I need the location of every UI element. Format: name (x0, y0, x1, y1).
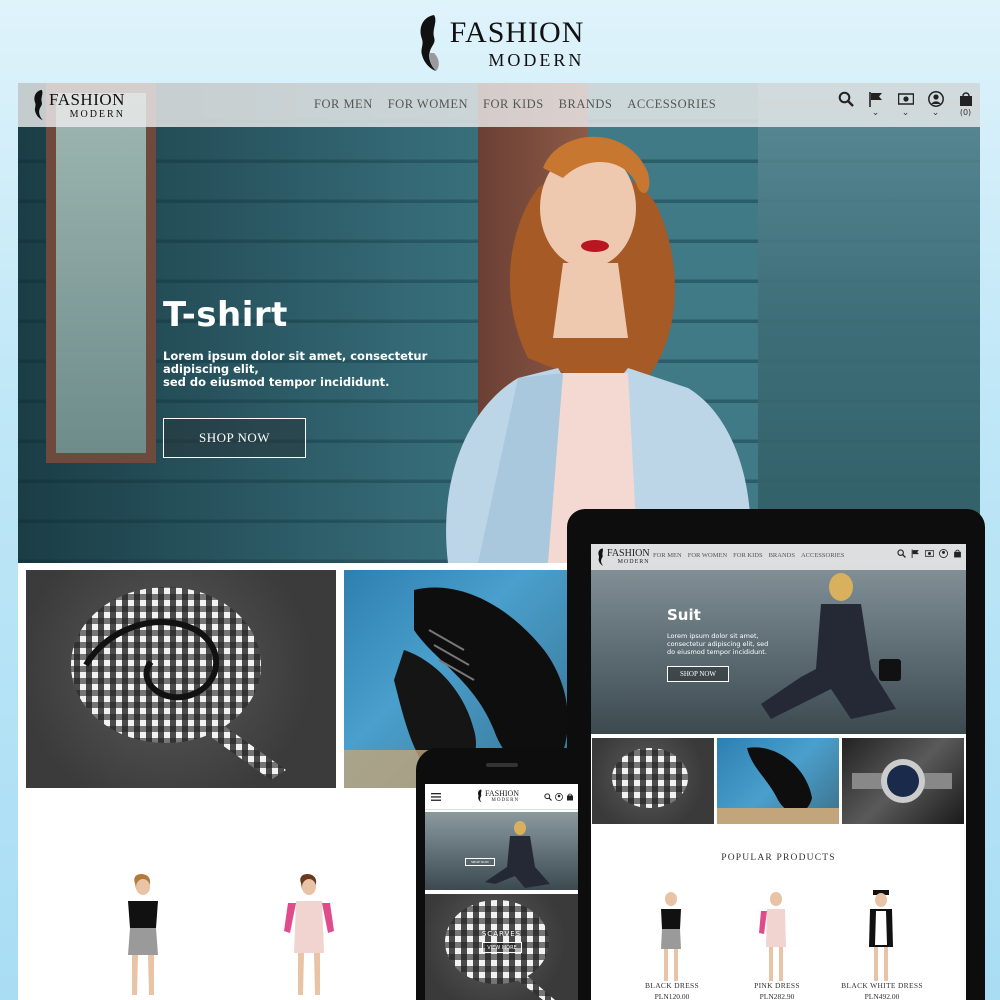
product-price: PLN120.00 (654, 992, 690, 1000)
product-name[interactable]: BLACK WHITE DRESS (827, 981, 937, 990)
account-selector[interactable]: ⌄ (927, 91, 944, 121)
menu-item-for-men[interactable]: FOR MEN (314, 97, 373, 112)
cart-button[interactable]: (0) (957, 91, 974, 121)
hero-window-decor (46, 83, 156, 463)
tablet-product-image-black-white-dress[interactable] (851, 889, 911, 984)
tablet-product-image-black-dress[interactable] (641, 889, 701, 984)
woman-silhouette-logo-icon (34, 89, 43, 121)
cart-count: (0) (959, 108, 972, 117)
phone-brand-line-2: MODERN (491, 797, 520, 803)
tablet-hero-description: Lorem ipsum dolor sit amet, consectetur … (667, 632, 769, 656)
tablet-shoes-tile[interactable] (717, 738, 839, 824)
search-icon[interactable] (544, 793, 552, 801)
tablet-menu-item-for-men[interactable]: FOR MEN (653, 552, 682, 559)
product-image-black-dress[interactable] (110, 873, 180, 1000)
tablet-menu-item-for-women[interactable]: FOR WOMEN (688, 552, 727, 559)
phone-hero-banner: SHOP NOW (425, 812, 578, 890)
tablet-brand-line-1: FASHION (607, 548, 650, 559)
tablet-menu-item-brands[interactable]: BRANDS (769, 552, 795, 559)
tablet-shop-now-button[interactable]: SHOP NOW (667, 666, 729, 682)
phone-navbar: FASHION MODERN (425, 784, 578, 810)
phone-scarves-tile[interactable]: SCARVES VIEW MORE (425, 894, 578, 1000)
shopping-bag-icon[interactable] (953, 549, 962, 558)
tablet-scarf-tile[interactable] (592, 738, 714, 824)
product-image-pink-dress[interactable] (276, 873, 346, 1000)
tablet-brand-line-2: MODERN (617, 559, 650, 565)
hero-model-image (446, 136, 751, 563)
chevron-down-icon: ⌄ (901, 108, 910, 118)
product-name[interactable]: PINK DRESS (722, 981, 832, 990)
flag-icon[interactable] (911, 549, 920, 558)
tablet-nav-logo[interactable]: FASHION MODERN (597, 547, 650, 567)
phone-icon-bar (544, 793, 574, 801)
phone-screen: FASHION MODERN SHOP NOW SCARVES VIEW MOR… (425, 784, 578, 1000)
shoes-image (717, 747, 839, 824)
flag-icon (868, 92, 882, 107)
popular-products-heading: POPULAR PRODUCTS (721, 853, 836, 863)
tablet-screen: FASHION MODERN FOR MEN FOR WOMEN FOR KID… (591, 544, 966, 1000)
desktop-navbar: FASHION MODERN FOR MEN FOR WOMEN FOR KID… (18, 83, 980, 127)
scarf-image (71, 587, 286, 780)
tablet-navbar: FASHION MODERN FOR MEN FOR WOMEN FOR KID… (591, 544, 966, 570)
currency-selector[interactable]: ⌄ (897, 91, 914, 121)
tablet-menu-item-accessories[interactable]: ACCESSORIES (801, 552, 844, 559)
nav-logo[interactable]: FASHION MODERN (32, 87, 125, 123)
desktop-icon-bar: ⌄ ⌄ ⌄ (0) (837, 91, 974, 121)
shopping-bag-icon[interactable] (566, 793, 574, 801)
phone-mockup: FASHION MODERN SHOP NOW SCARVES VIEW MOR… (416, 748, 587, 1000)
tablet-menu-item-for-kids[interactable]: FOR KIDS (733, 552, 762, 559)
top-brand-logo: FASHION MODERN (0, 8, 1000, 78)
user-icon[interactable] (939, 549, 948, 558)
phone-brand-line-1: FASHION (485, 788, 520, 798)
woman-silhouette-logo-icon (478, 789, 482, 803)
woman-silhouette-logo-icon (420, 15, 439, 71)
nav-brand-line-1: FASHION (49, 89, 125, 109)
woman-silhouette-logo-icon (598, 548, 604, 566)
hero-title: T-shirt (163, 295, 288, 335)
scarf-image (612, 748, 688, 808)
tablet-hero-title: Suit (667, 606, 701, 624)
product-price: PLN282.90 (759, 992, 795, 1000)
tablet-watch-tile[interactable] (842, 738, 964, 824)
chevron-down-icon: ⌄ (871, 108, 880, 118)
desktop-menu: FOR MEN FOR WOMEN FOR KIDS BRANDS ACCESS… (314, 97, 716, 112)
chevron-down-icon: ⌄ (931, 108, 940, 118)
language-selector[interactable]: ⌄ (867, 91, 884, 121)
tablet-product-image-pink-dress[interactable] (746, 889, 806, 984)
phone-hero-model-image (485, 821, 550, 888)
phone-speaker (486, 763, 518, 767)
menu-item-brands[interactable]: BRANDS (559, 97, 613, 112)
search-icon[interactable] (897, 549, 906, 558)
tablet-hero-banner (591, 544, 966, 734)
brand-line-2: MODERN (488, 49, 585, 70)
menu-item-accessories[interactable]: ACCESSORIES (627, 97, 716, 112)
phone-nav-logo[interactable]: FASHION MODERN (477, 788, 519, 804)
search-icon (838, 91, 854, 107)
hamburger-menu-icon[interactable] (431, 793, 441, 801)
brand-line-1: FASHION (449, 15, 585, 49)
nav-brand-line-2: MODERN (69, 108, 125, 120)
menu-item-for-kids[interactable]: FOR KIDS (483, 97, 544, 112)
phone-shop-now-button[interactable]: SHOP NOW (465, 858, 495, 866)
tablet-icon-bar (897, 549, 962, 558)
tablet-menu: FOR MEN FOR WOMEN FOR KIDS BRANDS ACCESS… (653, 552, 844, 559)
shop-now-button[interactable]: SHOP NOW (163, 418, 306, 458)
money-icon[interactable] (925, 549, 934, 558)
money-icon (897, 93, 914, 105)
hero-description: Lorem ipsum dolor sit amet, consectetur … (163, 349, 428, 389)
scarf-category-tile[interactable] (26, 570, 336, 788)
product-price: PLN492.00 (864, 992, 900, 1000)
user-icon[interactable] (555, 793, 563, 801)
product-name[interactable]: BLACK DRESS (617, 981, 727, 990)
tablet-mockup: FASHION MODERN FOR MEN FOR WOMEN FOR KID… (567, 509, 985, 1000)
view-more-button[interactable]: VIEW MORE (482, 942, 522, 953)
scarves-title: SCARVES (481, 930, 522, 938)
watch-image (852, 759, 952, 803)
user-icon (927, 91, 944, 107)
hero-background-blur (758, 83, 980, 563)
search-button[interactable] (837, 91, 854, 121)
menu-item-for-women[interactable]: FOR WOMEN (388, 97, 468, 112)
shopping-bag-icon (959, 92, 972, 106)
